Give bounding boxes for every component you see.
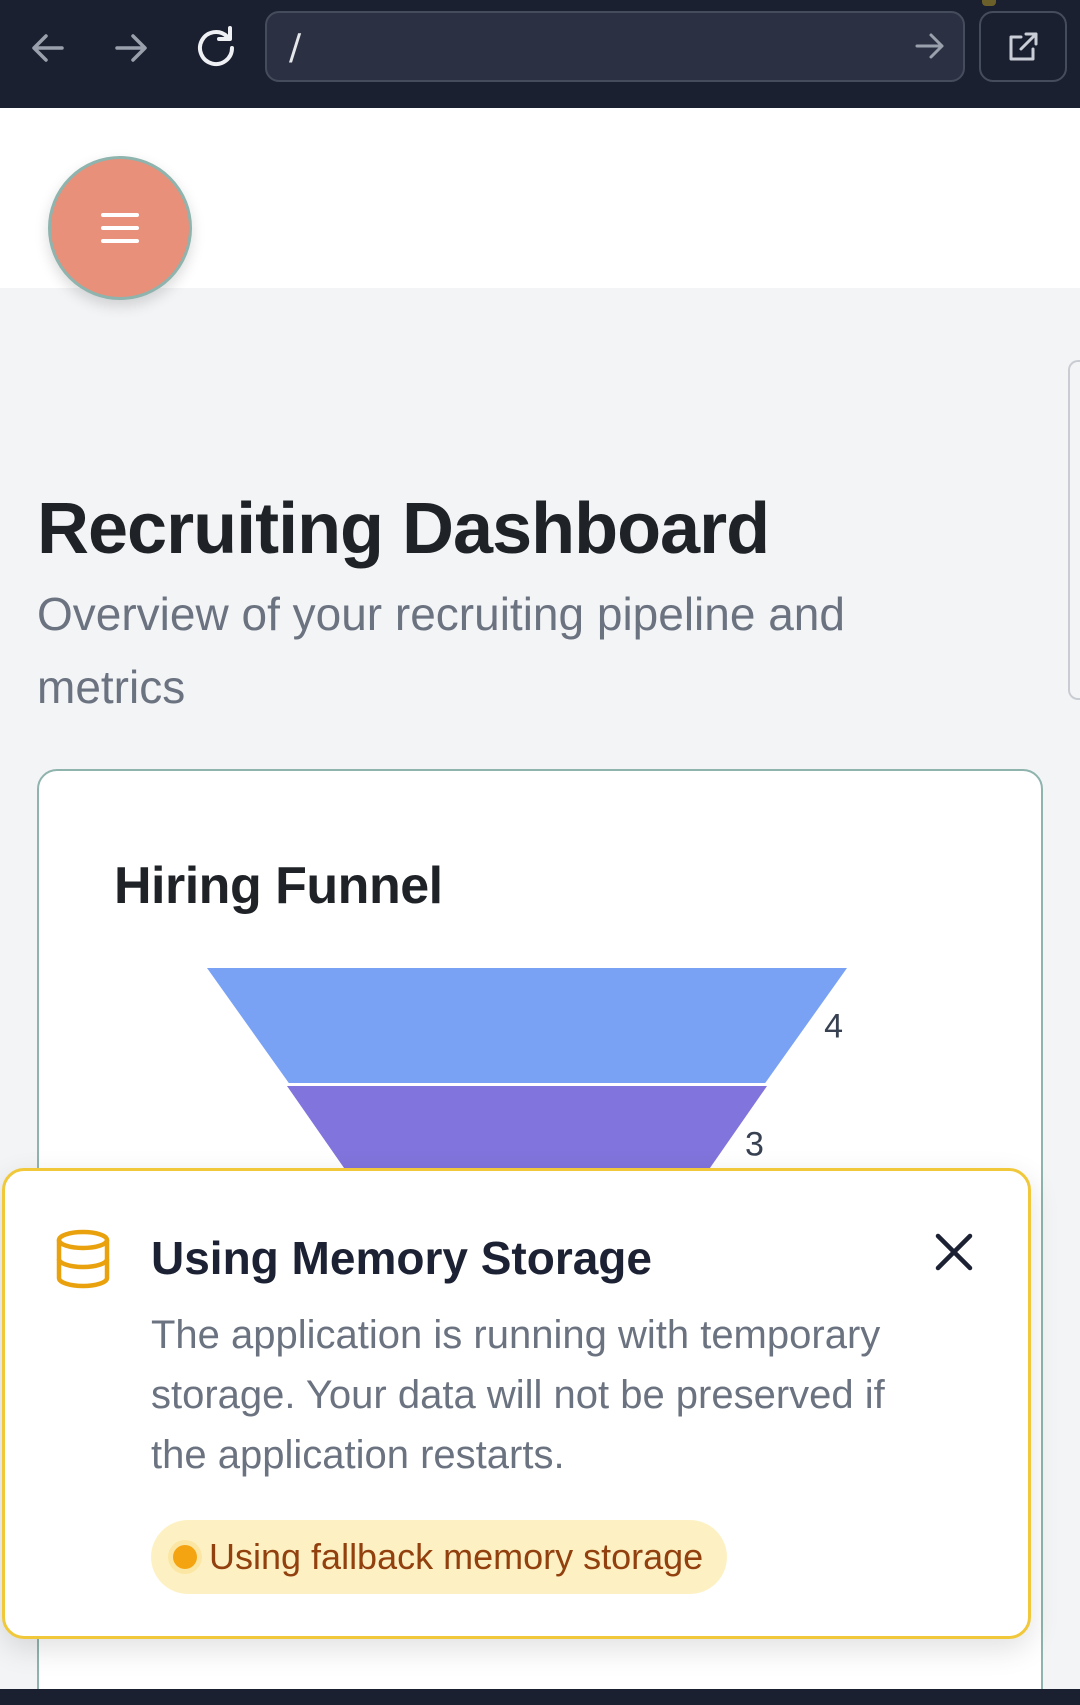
forward-arrow-icon <box>115 34 147 62</box>
memory-storage-notice: Using Memory Storage The application is … <box>2 1168 1031 1639</box>
close-notice-button[interactable] <box>928 1226 980 1278</box>
side-panel-edge <box>1068 360 1080 700</box>
external-link-icon <box>1009 32 1038 60</box>
notice-title: Using Memory Storage <box>151 1232 652 1284</box>
close-icon <box>935 1233 973 1271</box>
notice-body: The application is running with temporar… <box>151 1313 885 1477</box>
browser-toolbar: / <box>0 0 1080 108</box>
funnel-stage-value-2: 3 <box>745 1126 764 1164</box>
back-arrow-icon <box>32 34 64 62</box>
reload-button[interactable] <box>188 20 244 76</box>
url-text: / <box>289 27 302 68</box>
page-title: Recruiting Dashboard <box>37 489 770 569</box>
status-badge: Using fallback memory storage <box>151 1520 728 1594</box>
open-external-button[interactable] <box>979 11 1067 82</box>
extension-indicator <box>982 0 996 6</box>
funnel-stage-value-1: 4 <box>824 1008 843 1046</box>
go-arrow-icon <box>915 33 944 59</box>
go-button[interactable] <box>911 27 949 70</box>
menu-button[interactable] <box>48 156 192 300</box>
status-dot <box>173 1545 197 1569</box>
status-badge-text: Using fallback memory storage <box>209 1536 704 1577</box>
bottom-bar <box>0 1689 1080 1705</box>
forward-button[interactable] <box>103 20 159 76</box>
database-icon <box>55 1229 111 1294</box>
funnel-stage-1[interactable] <box>207 968 847 1083</box>
address-bar[interactable]: / <box>265 11 965 82</box>
page-subtitle: Overview of your recruiting pipeline and… <box>37 588 845 713</box>
hamburger-icon <box>101 213 139 243</box>
reload-icon <box>198 26 234 66</box>
back-button[interactable] <box>20 20 76 76</box>
